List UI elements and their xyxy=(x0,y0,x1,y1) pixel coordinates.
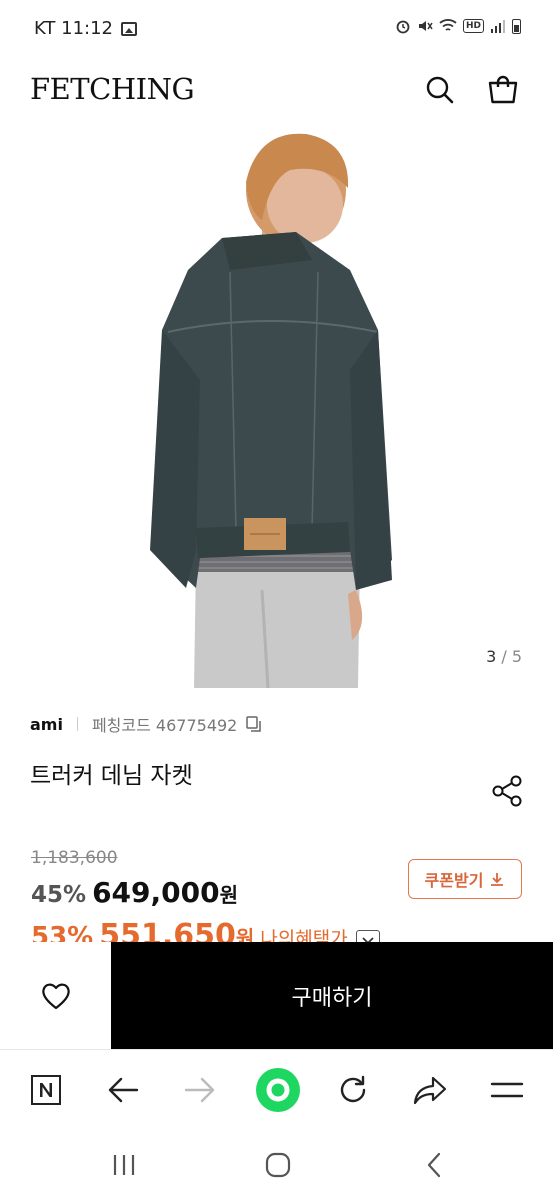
image-icon xyxy=(121,21,137,36)
battery-icon xyxy=(512,18,521,34)
share-button[interactable] xyxy=(490,774,524,808)
refresh-icon xyxy=(340,1075,366,1103)
buy-button[interactable]: 구매하기 xyxy=(111,942,553,1049)
naver-button[interactable] xyxy=(24,1068,68,1112)
recent-apps-icon xyxy=(113,1155,135,1175)
green-dot-icon xyxy=(256,1068,300,1112)
product-title: 트러커 데님 자켓 xyxy=(30,763,193,789)
share-nodes-icon xyxy=(492,775,522,807)
benefit-discount: 53% xyxy=(31,922,94,942)
recent-apps-button[interactable] xyxy=(104,1145,144,1185)
currency-unit: 원 xyxy=(219,883,238,907)
brand-row: ami 페칭코드 46775492 xyxy=(30,712,263,736)
product-image-gallery[interactable]: 3 / 5 xyxy=(0,120,553,690)
original-price: 1,183,600 xyxy=(31,848,118,868)
divider xyxy=(76,717,78,731)
naver-icon xyxy=(31,1075,61,1105)
sale-price: 649,000 xyxy=(92,876,220,909)
wifi-icon xyxy=(439,19,457,31)
app-header: FETCHING xyxy=(0,60,553,120)
alarm-icon xyxy=(396,20,410,34)
image-counter-current: 3 xyxy=(486,647,497,666)
home-button[interactable] xyxy=(258,1145,298,1185)
back-nav-button[interactable] xyxy=(414,1145,454,1185)
refresh-button[interactable] xyxy=(331,1068,375,1112)
benefit-price-row[interactable]: 53% 551,650 원 나의혜택가 xyxy=(31,918,380,942)
menu-icon xyxy=(490,1082,524,1098)
back-icon xyxy=(427,1152,441,1178)
download-icon xyxy=(491,873,504,886)
android-nav-bar xyxy=(0,1129,553,1200)
back-button[interactable] xyxy=(101,1068,145,1112)
benefit-price: 551,650 xyxy=(99,918,236,942)
search-icon xyxy=(426,76,454,104)
forward-button[interactable] xyxy=(178,1068,222,1112)
back-arrow-icon xyxy=(108,1077,139,1103)
coupon-button[interactable]: 쿠폰받기 xyxy=(408,859,522,899)
fetching-code: 페칭코드 46775492 xyxy=(91,716,238,735)
browser-toolbar xyxy=(0,1049,553,1129)
image-counter: 3 / 5 xyxy=(486,647,522,666)
image-counter-separator: / xyxy=(496,647,512,666)
share-page-button[interactable] xyxy=(408,1068,452,1112)
product-photo xyxy=(150,133,392,689)
benefit-toggle[interactable] xyxy=(355,930,380,942)
signal-icon xyxy=(491,20,505,33)
share-icon xyxy=(413,1076,447,1105)
wishlist-button[interactable] xyxy=(0,942,111,1049)
logo[interactable]: FETCHING xyxy=(30,72,195,106)
coupon-label: 쿠폰받기 xyxy=(424,871,484,890)
search-button[interactable] xyxy=(420,70,460,110)
heart-icon xyxy=(41,983,70,1009)
copy-icon[interactable] xyxy=(245,715,263,733)
mute-icon xyxy=(418,21,433,31)
carrier-time: KT 11:12 xyxy=(34,18,113,39)
purchase-bar: 구매하기 xyxy=(0,942,553,1049)
price-row: 45% 649,000 원 xyxy=(31,876,238,909)
benefit-label: 나의혜택가 xyxy=(260,928,348,942)
benefit-currency: 원 xyxy=(235,926,255,942)
forward-arrow-icon xyxy=(184,1077,215,1103)
brand-name[interactable]: ami xyxy=(30,715,63,734)
status-bar: KT 11:12 HD xyxy=(0,0,553,60)
green-dot-button[interactable] xyxy=(254,1066,302,1114)
home-icon xyxy=(265,1152,291,1178)
cart-button[interactable] xyxy=(483,70,523,110)
hd-icon: HD xyxy=(462,19,484,33)
shopping-bag-icon xyxy=(488,75,518,104)
discount-rate: 45% xyxy=(31,882,87,908)
image-counter-total: 5 xyxy=(511,647,522,666)
menu-button[interactable] xyxy=(485,1068,529,1112)
